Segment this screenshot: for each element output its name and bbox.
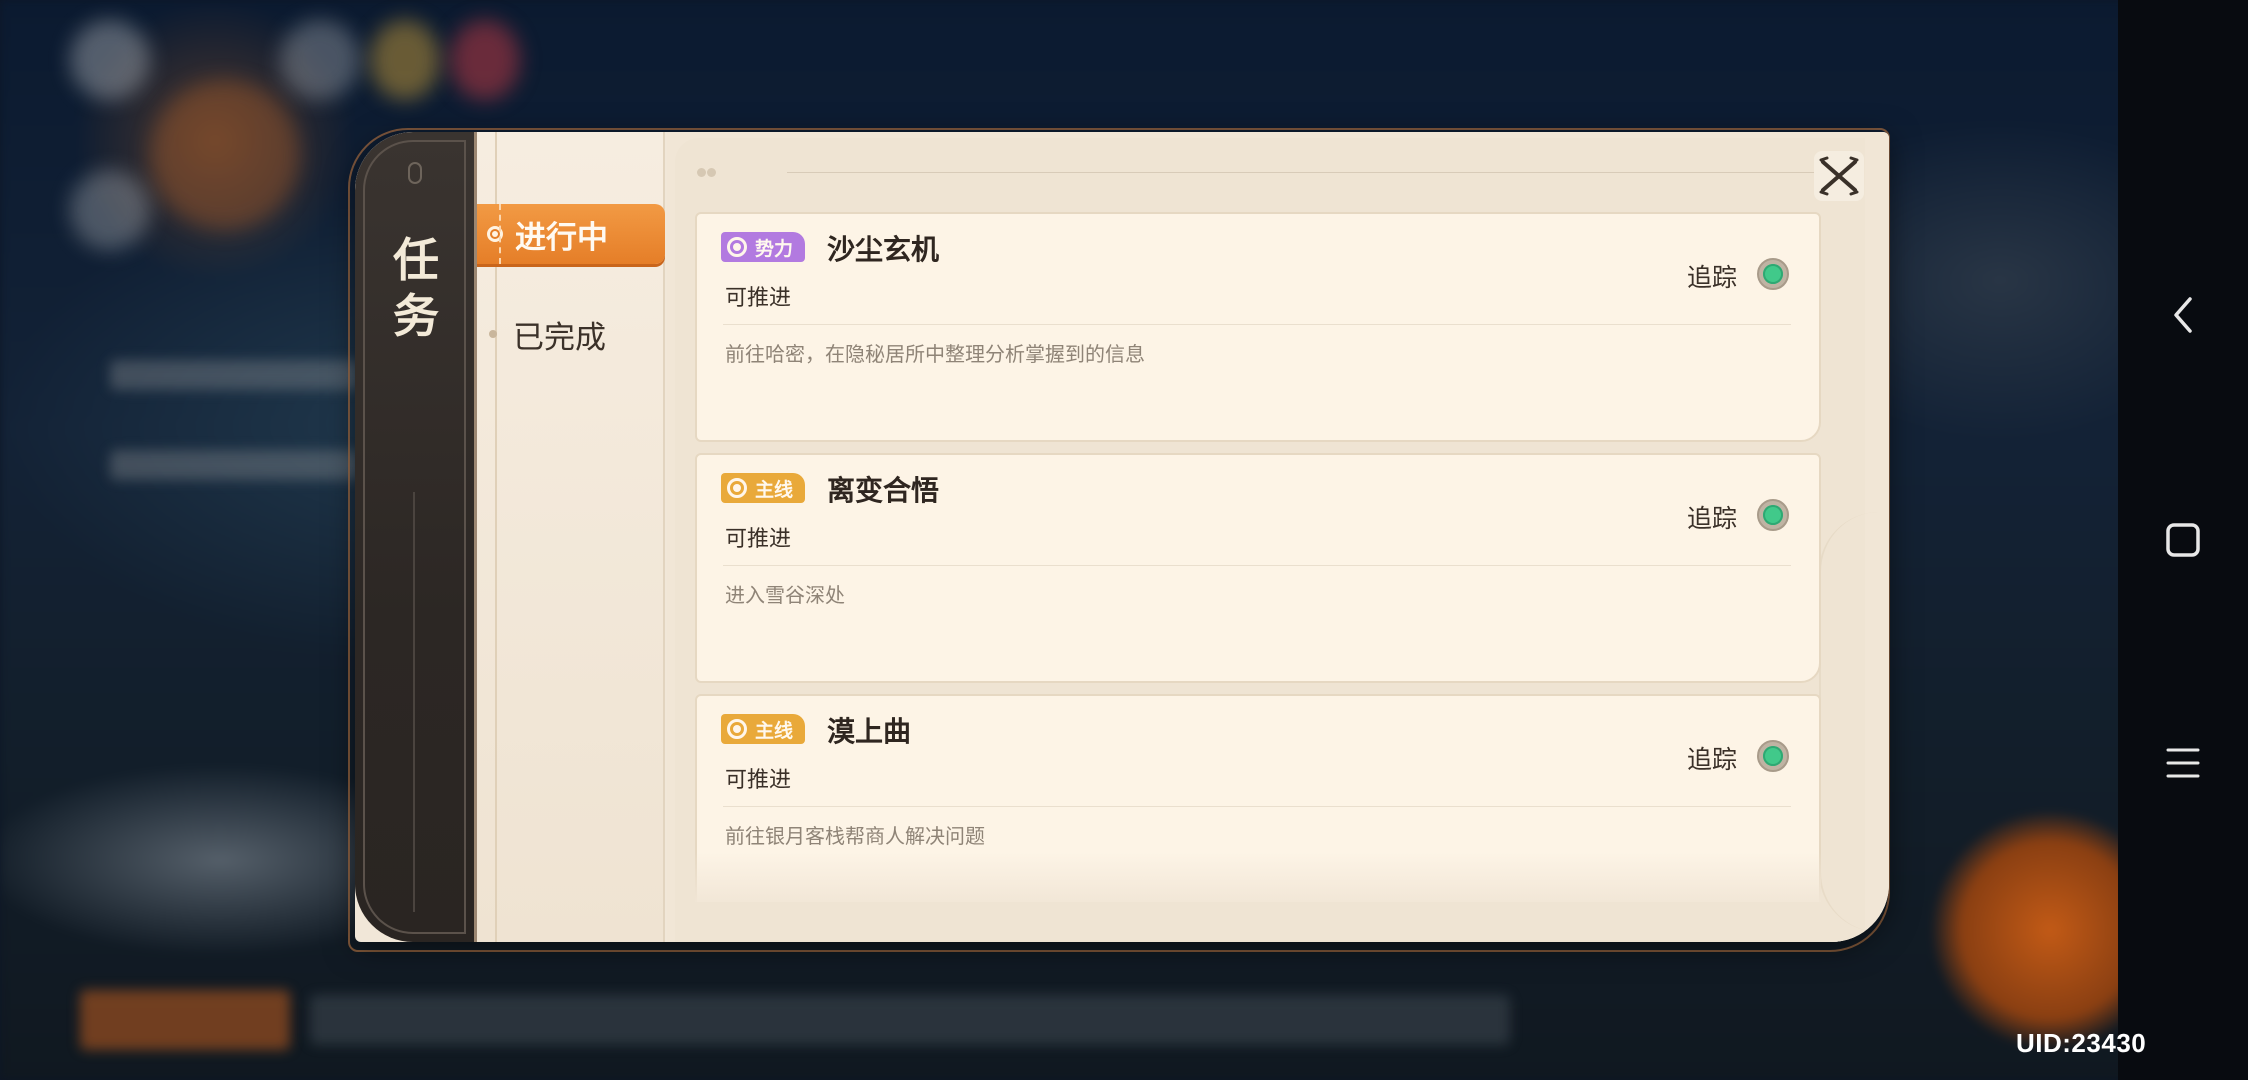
- quest-tag-main: 主线: [721, 473, 806, 503]
- tab-completed-label: 已完成: [513, 319, 606, 356]
- quest-tag-faction: 势力: [721, 232, 806, 262]
- back-button[interactable]: [2138, 270, 2228, 360]
- bg-decoration: [450, 20, 520, 100]
- tab-pip-icon: [489, 330, 497, 338]
- quest-description: 前往哈密，在隐秘居所中整理分析掌握到的信息: [725, 342, 1145, 366]
- bg-decoration: [80, 990, 290, 1050]
- quest-tag-label: 主线: [755, 478, 794, 501]
- track-label[interactable]: 追踪: [1687, 258, 1737, 294]
- track-toggle[interactable]: [1757, 740, 1789, 772]
- bg-decoration: [310, 995, 1510, 1045]
- quest-card[interactable]: 主线 离变合悟 可推进 进入雪谷深处 追踪: [695, 453, 1821, 683]
- bg-decoration: [370, 20, 440, 100]
- dialog-title: 任 务: [393, 233, 439, 343]
- quest-status: 可推进: [725, 527, 792, 552]
- quest-title: 离变合悟: [827, 474, 940, 507]
- quest-title: 漠上曲: [827, 715, 912, 748]
- square-icon: [2166, 523, 2200, 557]
- list-fade: [695, 852, 1821, 902]
- quest-status: 可推进: [725, 768, 792, 793]
- tab-in-progress[interactable]: 进行中: [477, 204, 665, 264]
- quest-tag-main: 主线: [721, 714, 806, 744]
- track-toggle[interactable]: [1757, 499, 1789, 531]
- track-label[interactable]: 追踪: [1687, 740, 1737, 776]
- bg-decoration: [110, 360, 360, 390]
- topbar-dots: [697, 166, 727, 178]
- tag-target-icon: [727, 237, 747, 257]
- bg-decoration: [150, 80, 300, 230]
- bg-decoration: [70, 170, 150, 250]
- recents-button[interactable]: [2138, 718, 2228, 808]
- tab-in-progress-label: 进行中: [515, 219, 608, 256]
- quest-tag-label: 主线: [755, 719, 794, 742]
- tab-completed[interactable]: 已完成: [477, 307, 665, 361]
- chevron-left-icon: [2174, 297, 2192, 333]
- spine-pin-icon: [408, 162, 422, 184]
- uid-label: UID:23430: [2016, 1028, 2147, 1058]
- quest-description: 进入雪谷深处: [725, 583, 845, 607]
- tag-target-icon: [727, 719, 747, 739]
- quest-card[interactable]: 势力 沙尘玄机 可推进 前往哈密，在隐秘居所中整理分析掌握到的信息 追踪: [695, 212, 1821, 442]
- quest-divider: [723, 324, 1791, 325]
- spine-line: [413, 492, 415, 912]
- bg-decoration: [280, 20, 360, 100]
- tab-dash-decoration: [499, 204, 501, 264]
- content-topbar: [697, 166, 1827, 178]
- track-label[interactable]: 追踪: [1687, 499, 1737, 535]
- decorative-swirl: [1819, 512, 1889, 932]
- bg-decoration: [70, 20, 150, 100]
- quest-tag-label: 势力: [755, 237, 794, 260]
- hamburger-icon: [2166, 748, 2200, 778]
- topbar-rule: [787, 172, 1817, 173]
- quest-title: 沙尘玄机: [827, 233, 940, 266]
- quest-list: 势力 沙尘玄机 可推进 前往哈密，在隐秘居所中整理分析掌握到的信息 追踪 主线 …: [695, 212, 1821, 902]
- close-button[interactable]: [1814, 151, 1864, 201]
- close-icon: [1819, 156, 1859, 196]
- quest-description: 前往银月客栈帮商人解决问题: [725, 824, 985, 848]
- home-button[interactable]: [2138, 495, 2228, 585]
- quest-dialog: 任 务 进行中 已完成 势力 沙尘玄机 可推进 前往哈密，在隐秘居所中整理分析掌…: [355, 132, 1889, 942]
- bg-decoration: [110, 450, 360, 480]
- dialog-spine: 任 务: [355, 132, 477, 942]
- quest-divider: [723, 806, 1791, 807]
- track-toggle[interactable]: [1757, 258, 1789, 290]
- quest-divider: [723, 565, 1791, 566]
- tag-target-icon: [727, 478, 747, 498]
- quest-status: 可推进: [725, 286, 792, 311]
